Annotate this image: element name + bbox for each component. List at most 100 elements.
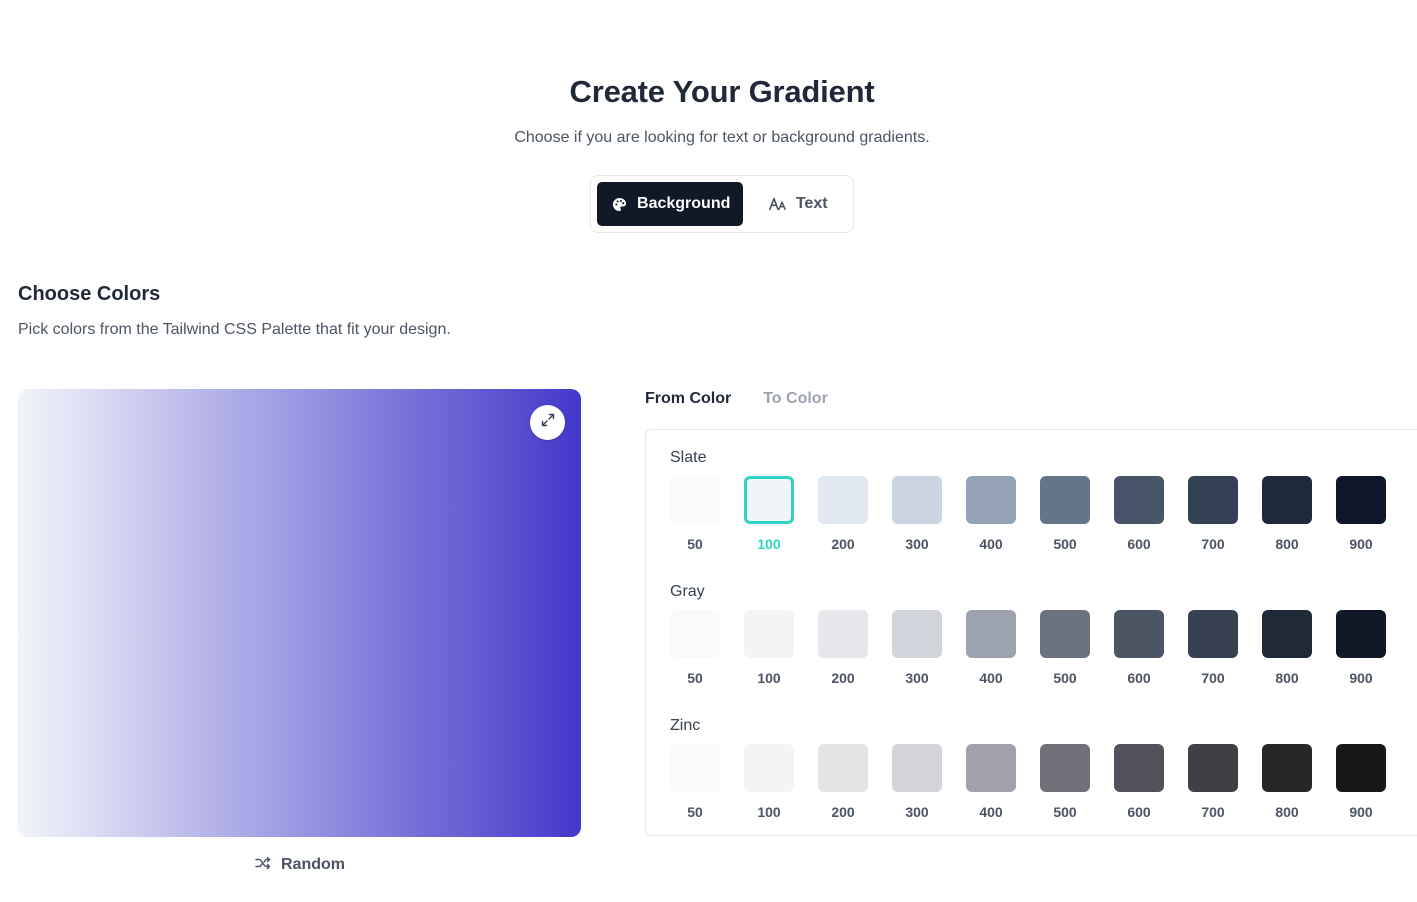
swatch-shade-label: 200 bbox=[831, 670, 855, 686]
swatch-shade-label: 700 bbox=[1201, 670, 1225, 686]
swatch-shade-label: 800 bbox=[1275, 536, 1299, 552]
color-tabs: From Color To Color bbox=[645, 390, 828, 408]
swatch-zinc-100[interactable]: 100 bbox=[744, 744, 794, 820]
swatch-shade-label: 100 bbox=[757, 536, 781, 552]
swatch-gray-50[interactable]: 50 bbox=[670, 610, 720, 686]
color-swatch[interactable] bbox=[744, 610, 794, 658]
swatch-shade-label: 300 bbox=[905, 804, 929, 820]
shuffle-icon bbox=[255, 856, 271, 875]
color-swatch[interactable] bbox=[1262, 610, 1312, 658]
swatch-shade-label: 50 bbox=[687, 670, 703, 686]
color-swatch[interactable] bbox=[892, 744, 942, 792]
swatch-slate-600[interactable]: 600 bbox=[1114, 476, 1164, 552]
color-swatch[interactable] bbox=[892, 610, 942, 658]
swatch-slate-50[interactable]: 50 bbox=[670, 476, 720, 552]
swatch-slate-300[interactable]: 300 bbox=[892, 476, 942, 552]
color-swatch[interactable] bbox=[1114, 744, 1164, 792]
color-swatch[interactable] bbox=[1114, 476, 1164, 524]
swatch-gray-800[interactable]: 800 bbox=[1262, 610, 1312, 686]
swatch-gray-300[interactable]: 300 bbox=[892, 610, 942, 686]
gradient-mode-toggle: Background Text bbox=[590, 175, 854, 233]
swatch-gray-500[interactable]: 500 bbox=[1040, 610, 1090, 686]
color-swatch[interactable] bbox=[1336, 610, 1386, 658]
color-swatch[interactable] bbox=[818, 476, 868, 524]
background-mode-button[interactable]: Background bbox=[597, 182, 744, 226]
swatch-slate-400[interactable]: 400 bbox=[966, 476, 1016, 552]
color-swatch[interactable] bbox=[670, 744, 720, 792]
swatch-gray-100[interactable]: 100 bbox=[744, 610, 794, 686]
swatch-zinc-700[interactable]: 700 bbox=[1188, 744, 1238, 820]
swatch-shade-label: 900 bbox=[1349, 536, 1373, 552]
swatch-shade-label: 900 bbox=[1349, 670, 1373, 686]
swatch-slate-900[interactable]: 900 bbox=[1336, 476, 1386, 552]
palette-icon bbox=[610, 195, 628, 213]
color-swatch[interactable] bbox=[744, 476, 794, 524]
palette-group-name: Slate bbox=[670, 449, 707, 466]
palette-group-zinc: Zinc 50 100 200 300 400 500 600 700 800 900 bbox=[670, 716, 1386, 820]
color-swatch[interactable] bbox=[1040, 744, 1090, 792]
tab-from-color[interactable]: From Color bbox=[645, 390, 731, 408]
swatch-gray-600[interactable]: 600 bbox=[1114, 610, 1164, 686]
swatch-shade-label: 500 bbox=[1053, 670, 1077, 686]
swatch-slate-800[interactable]: 800 bbox=[1262, 476, 1312, 552]
swatch-zinc-200[interactable]: 200 bbox=[818, 744, 868, 820]
color-swatch[interactable] bbox=[1262, 744, 1312, 792]
choose-colors-title: Choose Colors bbox=[18, 283, 161, 305]
swatch-shade-label: 800 bbox=[1275, 804, 1299, 820]
choose-colors-description: Pick colors from the Tailwind CSS Palett… bbox=[18, 321, 451, 338]
color-swatch[interactable] bbox=[966, 476, 1016, 524]
color-swatch[interactable] bbox=[966, 610, 1016, 658]
background-mode-label: Background bbox=[637, 195, 731, 212]
swatch-slate-100[interactable]: 100 bbox=[744, 476, 794, 552]
swatch-zinc-800[interactable]: 800 bbox=[1262, 744, 1312, 820]
swatch-shade-label: 200 bbox=[831, 536, 855, 552]
color-swatch[interactable] bbox=[1188, 744, 1238, 792]
color-swatch[interactable] bbox=[1188, 476, 1238, 524]
swatch-zinc-900[interactable]: 900 bbox=[1336, 744, 1386, 820]
swatch-gray-400[interactable]: 400 bbox=[966, 610, 1016, 686]
color-palette-panel[interactable]: Slate 50 100 200 300 400 500 600 700 800 900 Gray 50… bbox=[645, 429, 1417, 836]
page-subtitle: Choose if you are looking for text or ba… bbox=[514, 129, 930, 146]
color-swatch[interactable] bbox=[744, 744, 794, 792]
swatch-gray-900[interactable]: 900 bbox=[1336, 610, 1386, 686]
color-swatch[interactable] bbox=[1188, 610, 1238, 658]
color-swatch[interactable] bbox=[1262, 476, 1312, 524]
color-swatch[interactable] bbox=[1336, 476, 1386, 524]
tab-to-color[interactable]: To Color bbox=[763, 390, 828, 408]
text-mode-button[interactable]: Text bbox=[749, 182, 847, 226]
swatch-zinc-600[interactable]: 600 bbox=[1114, 744, 1164, 820]
swatch-shade-label: 300 bbox=[905, 670, 929, 686]
swatch-row: 50 100 200 300 400 500 600 700 800 900 bbox=[670, 744, 1386, 820]
font-size-icon bbox=[768, 195, 787, 213]
color-swatch[interactable] bbox=[1114, 610, 1164, 658]
color-swatch[interactable] bbox=[670, 610, 720, 658]
swatch-slate-500[interactable]: 500 bbox=[1040, 476, 1090, 552]
palette-group-name: Zinc bbox=[670, 717, 701, 734]
random-button[interactable]: Random bbox=[240, 851, 360, 879]
swatch-gray-700[interactable]: 700 bbox=[1188, 610, 1238, 686]
palette-group-name: Gray bbox=[670, 583, 705, 600]
color-swatch[interactable] bbox=[1336, 744, 1386, 792]
color-swatch[interactable] bbox=[966, 744, 1016, 792]
color-swatch[interactable] bbox=[818, 744, 868, 792]
swatch-shade-label: 900 bbox=[1349, 804, 1373, 820]
swatch-shade-label: 300 bbox=[905, 536, 929, 552]
color-swatch[interactable] bbox=[892, 476, 942, 524]
swatch-shade-label: 500 bbox=[1053, 536, 1077, 552]
swatch-gray-200[interactable]: 200 bbox=[818, 610, 868, 686]
expand-preview-button[interactable] bbox=[530, 405, 565, 440]
swatch-zinc-50[interactable]: 50 bbox=[670, 744, 720, 820]
swatch-zinc-300[interactable]: 300 bbox=[892, 744, 942, 820]
swatch-shade-label: 200 bbox=[831, 804, 855, 820]
color-swatch[interactable] bbox=[818, 610, 868, 658]
color-swatch[interactable] bbox=[1040, 610, 1090, 658]
color-swatch[interactable] bbox=[670, 476, 720, 524]
swatch-zinc-500[interactable]: 500 bbox=[1040, 744, 1090, 820]
swatch-row: 50 100 200 300 400 500 600 700 800 900 bbox=[670, 476, 1386, 552]
color-swatch[interactable] bbox=[1040, 476, 1090, 524]
swatch-shade-label: 400 bbox=[979, 804, 1003, 820]
swatch-slate-700[interactable]: 700 bbox=[1188, 476, 1238, 552]
swatch-zinc-400[interactable]: 400 bbox=[966, 744, 1016, 820]
swatch-slate-200[interactable]: 200 bbox=[818, 476, 868, 552]
palette-group-slate: Slate 50 100 200 300 400 500 600 700 800 900 bbox=[670, 448, 1386, 552]
